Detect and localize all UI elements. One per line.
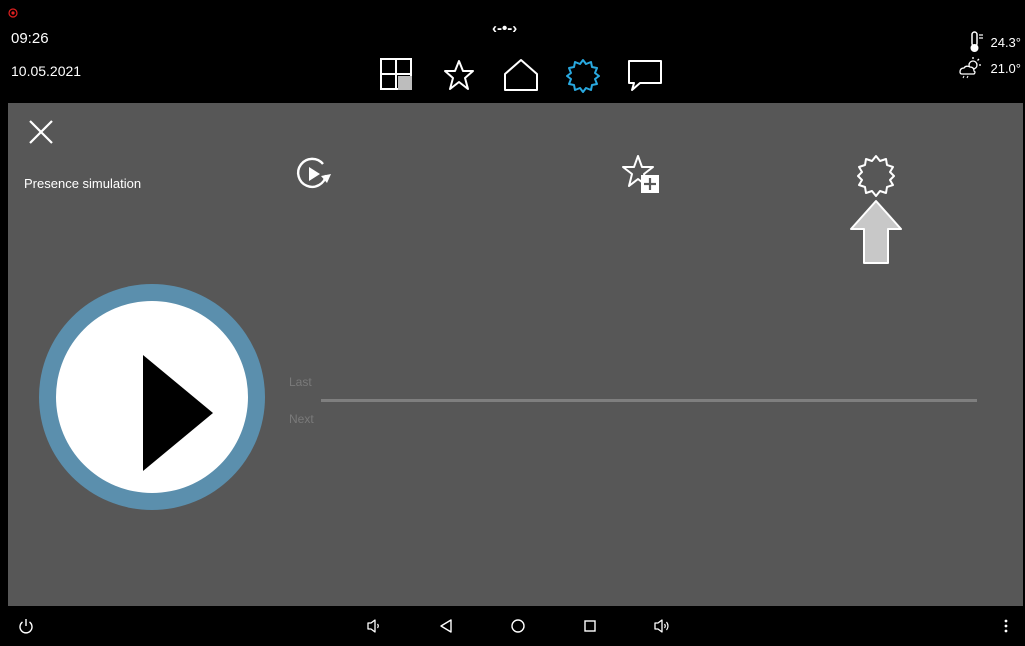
- last-label: Last: [289, 375, 312, 389]
- next-label: Next: [289, 412, 314, 426]
- clock-time: 09:26: [11, 30, 49, 47]
- status-bar: 09:26 10.05.2021 ‹-•-› 24.3° 21.0°: [8, 8, 1023, 103]
- replay-icon[interactable]: [293, 155, 333, 193]
- arrow-up-icon: [850, 200, 902, 264]
- connection-logo: ‹-•-›: [492, 20, 518, 37]
- clock-date: 10.05.2021: [11, 63, 82, 79]
- android-home-icon[interactable]: [504, 606, 532, 646]
- more-icon[interactable]: [996, 606, 1016, 646]
- messages-icon[interactable]: [620, 57, 670, 93]
- page-title: Presence simulation: [24, 176, 142, 191]
- add-favorite-icon[interactable]: [620, 153, 664, 197]
- main-navigation: [372, 57, 682, 93]
- weather-widget: 24.3° 21.0°: [951, 30, 1021, 90]
- timeline-bar: [321, 399, 977, 402]
- rooms-icon[interactable]: [372, 57, 422, 93]
- screen: 09:26 10.05.2021 ‹-•-› 24.3° 21.0° Prese…: [0, 0, 1025, 646]
- close-icon[interactable]: [26, 117, 56, 147]
- thermometer-icon: [970, 31, 984, 52]
- volume-up-icon[interactable]: [648, 606, 676, 646]
- indoor-temp-value: 24.3°: [990, 34, 1021, 50]
- system-navigation-bar: [8, 606, 1023, 646]
- back-icon[interactable]: [432, 606, 460, 646]
- home-icon[interactable]: [496, 57, 546, 93]
- play-button[interactable]: [39, 284, 265, 510]
- presence-simulation-panel: Presence simulation Last Next: [8, 103, 1023, 606]
- power-icon[interactable]: [12, 606, 40, 646]
- recents-icon[interactable]: [576, 606, 604, 646]
- volume-down-icon[interactable]: [360, 606, 388, 646]
- outdoor-temp-value: 21.0°: [990, 60, 1021, 76]
- play-button-face: [56, 301, 248, 493]
- outdoor-temperature: 21.0°: [951, 56, 1021, 80]
- panel-settings-icon[interactable]: [854, 153, 898, 197]
- favorites-icon[interactable]: [434, 57, 484, 93]
- partly-cloudy-icon: [959, 57, 982, 79]
- play-icon: [143, 355, 213, 471]
- settings-icon[interactable]: [558, 57, 608, 93]
- indoor-temperature: 24.3°: [951, 30, 1021, 54]
- recording-indicator-icon: [8, 8, 18, 18]
